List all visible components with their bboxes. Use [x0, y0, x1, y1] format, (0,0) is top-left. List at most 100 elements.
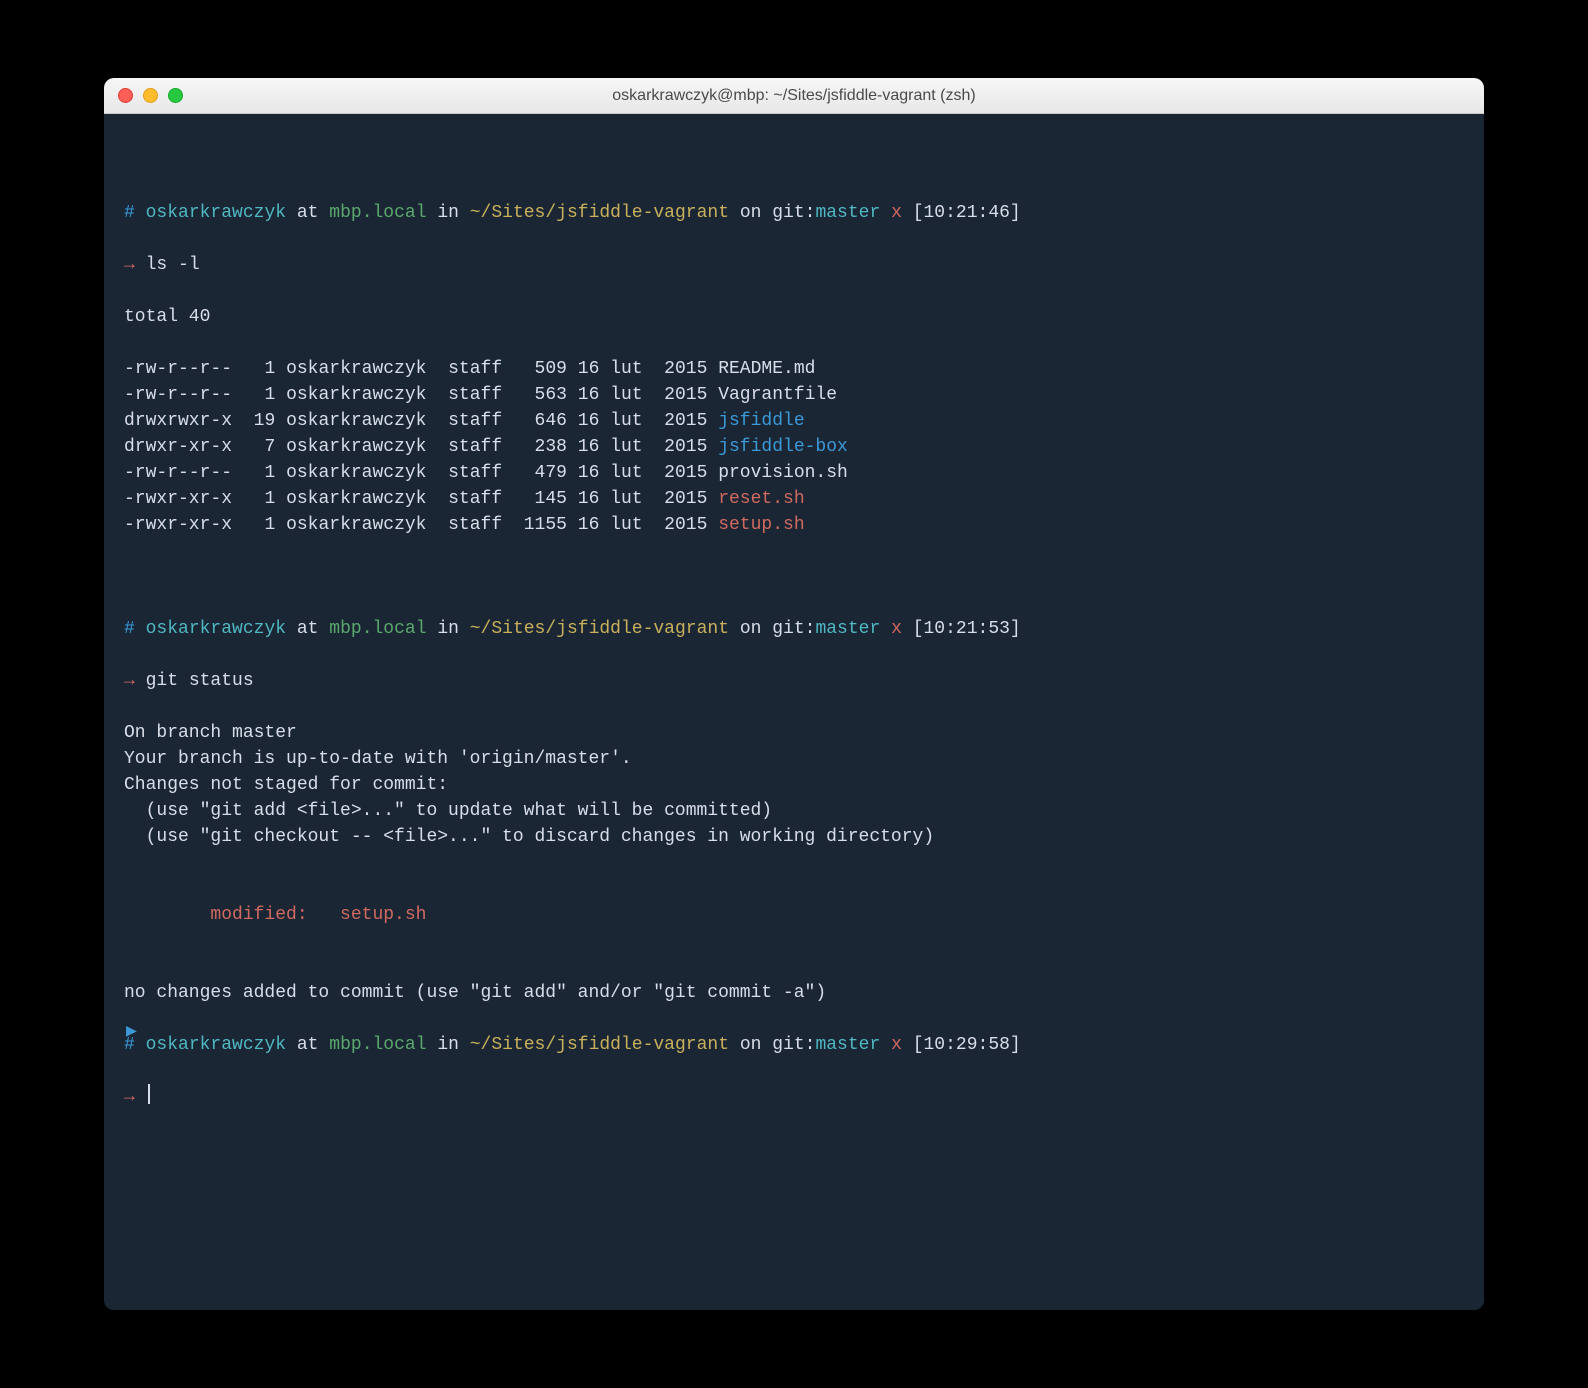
git-status-output: On branch masterYour branch is up-to-dat…: [124, 720, 1464, 876]
prompt-git-label: git:: [772, 1035, 815, 1055]
ls-perm: drwxrwxr-x: [124, 411, 232, 431]
ls-row: -rw-r--r-- 1 oskarkrawczyk staff 479 16 …: [124, 460, 1464, 486]
ls-name: setup.sh: [718, 515, 804, 535]
ls-perm: drwxr-xr-x: [124, 437, 232, 457]
ls-row: -rw-r--r-- 1 oskarkrawczyk staff 563 16 …: [124, 382, 1464, 408]
git-output-line: [124, 954, 1464, 980]
ls-row: -rwxr-xr-x 1 oskarkrawczyk staff 145 16 …: [124, 486, 1464, 512]
close-button[interactable]: [118, 88, 133, 103]
ls-size: 145: [513, 489, 567, 509]
ls-date: 16 lut 2015: [578, 489, 708, 509]
ls-perm: -rw-r--r--: [124, 463, 232, 483]
prompt-at: at: [297, 619, 319, 639]
zoom-button[interactable]: [168, 88, 183, 103]
ls-size: 509: [513, 359, 567, 379]
ls-date: 16 lut 2015: [578, 411, 708, 431]
ls-group: staff: [448, 359, 502, 379]
prompt-arrow-icon: →: [124, 671, 135, 691]
prompt-path: ~/Sites/jsfiddle-vagrant: [470, 203, 729, 223]
ls-group: staff: [448, 515, 502, 535]
ls-name: README.md: [718, 359, 815, 379]
command-text: ls -l: [146, 255, 200, 275]
ls-row: drwxrwxr-x 19 oskarkrawczyk staff 646 16…: [124, 408, 1464, 434]
git-output-line: no changes added to commit (use "git add…: [124, 980, 1464, 1006]
prompt-host: mbp.local: [329, 619, 426, 639]
prompt-time: [10:21:53]: [913, 619, 1021, 639]
titlebar[interactable]: oskarkrawczyk@mbp: ~/Sites/jsfiddle-vagr…: [104, 78, 1484, 114]
git-output-line: (use "git checkout -- <file>..." to disc…: [124, 824, 1464, 850]
ls-row: drwxr-xr-x 7 oskarkrawczyk staff 238 16 …: [124, 434, 1464, 460]
ls-name: reset.sh: [718, 489, 804, 509]
minimize-button[interactable]: [143, 88, 158, 103]
git-output-line: (use "git add <file>..." to update what …: [124, 798, 1464, 824]
ls-perm: -rw-r--r--: [124, 385, 232, 405]
command-line: → ls -l: [124, 252, 1464, 278]
git-output-line: Your branch is up-to-date with 'origin/m…: [124, 746, 1464, 772]
ls-group: staff: [448, 411, 502, 431]
ls-owner: oskarkrawczyk: [286, 489, 426, 509]
ls-name: jsfiddle-box: [718, 437, 848, 457]
prompt-on: on: [740, 619, 762, 639]
prompt-git-label: git:: [772, 619, 815, 639]
prompt-line: ▶# oskarkrawczyk at mbp.local in ~/Sites…: [124, 1032, 1464, 1058]
ls-owner: oskarkrawczyk: [286, 411, 426, 431]
ls-group: staff: [448, 385, 502, 405]
prompt-dirty: x: [891, 203, 902, 223]
ls-size: 238: [513, 437, 567, 457]
ls-row: -rw-r--r-- 1 oskarkrawczyk staff 509 16 …: [124, 356, 1464, 382]
git-status-output: no changes added to commit (use "git add…: [124, 954, 1464, 1006]
ls-links: 7: [243, 437, 275, 457]
ls-date: 16 lut 2015: [578, 359, 708, 379]
prompt-in: in: [437, 1035, 459, 1055]
prompt-on: on: [740, 203, 762, 223]
prompt-host: mbp.local: [329, 203, 426, 223]
git-modified-file: setup.sh: [340, 905, 426, 925]
marker-icon: ▶: [126, 1019, 137, 1045]
prompt-arrow-icon: →: [124, 1087, 135, 1107]
traffic-lights: [118, 88, 183, 103]
ls-links: 1: [243, 489, 275, 509]
prompt-dirty: x: [891, 1035, 902, 1055]
ls-links: 19: [243, 411, 275, 431]
command-text: git status: [146, 671, 254, 691]
ls-total: total 40: [124, 304, 1464, 330]
prompt-branch: master: [815, 1035, 880, 1055]
terminal-body[interactable]: # oskarkrawczyk at mbp.local in ~/Sites/…: [104, 114, 1484, 1310]
prompt-at: at: [297, 203, 319, 223]
prompt-time: [10:29:58]: [913, 1035, 1021, 1055]
prompt-host: mbp.local: [329, 1035, 426, 1055]
prompt-hash: #: [124, 203, 135, 223]
prompt-line: # oskarkrawczyk at mbp.local in ~/Sites/…: [124, 616, 1464, 642]
blank-line: [124, 564, 1464, 590]
prompt-path: ~/Sites/jsfiddle-vagrant: [470, 1035, 729, 1055]
ls-perm: -rwxr-xr-x: [124, 515, 232, 535]
command-line[interactable]: →: [124, 1084, 1464, 1110]
ls-perm: -rw-r--r--: [124, 359, 232, 379]
git-modified-line: modified: setup.sh: [124, 902, 1464, 928]
ls-size: 563: [513, 385, 567, 405]
git-output-line: [124, 850, 1464, 876]
prompt-hash: #: [124, 619, 135, 639]
prompt-in: in: [437, 619, 459, 639]
ls-size: 646: [513, 411, 567, 431]
prompt-branch: master: [815, 619, 880, 639]
prompt-line: # oskarkrawczyk at mbp.local in ~/Sites/…: [124, 200, 1464, 226]
ls-size: 1155: [513, 515, 567, 535]
cursor-icon: [148, 1084, 150, 1104]
prompt-at: at: [297, 1035, 319, 1055]
prompt-path: ~/Sites/jsfiddle-vagrant: [470, 619, 729, 639]
command-line: → git status: [124, 668, 1464, 694]
ls-owner: oskarkrawczyk: [286, 359, 426, 379]
ls-row: -rwxr-xr-x 1 oskarkrawczyk staff 1155 16…: [124, 512, 1464, 538]
ls-listing: -rw-r--r-- 1 oskarkrawczyk staff 509 16 …: [124, 356, 1464, 538]
prompt-user: oskarkrawczyk: [146, 619, 286, 639]
ls-links: 1: [243, 359, 275, 379]
prompt-dirty: x: [891, 619, 902, 639]
prompt-on: on: [740, 1035, 762, 1055]
ls-group: staff: [448, 463, 502, 483]
ls-group: staff: [448, 437, 502, 457]
prompt-in: in: [437, 203, 459, 223]
ls-owner: oskarkrawczyk: [286, 437, 426, 457]
prompt-time: [10:21:46]: [913, 203, 1021, 223]
ls-links: 1: [243, 515, 275, 535]
